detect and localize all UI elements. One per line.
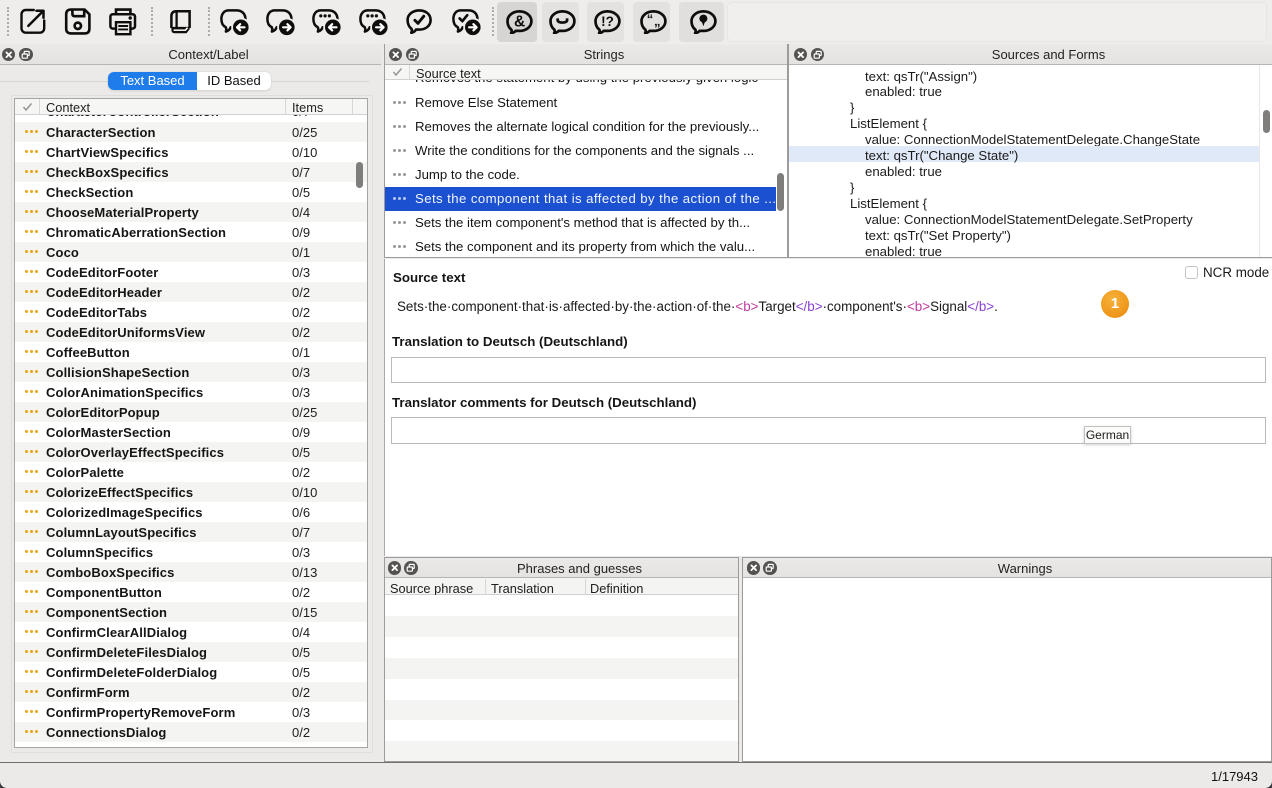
svg-text:“: “ bbox=[647, 11, 654, 26]
svg-text:„: „ bbox=[654, 13, 661, 28]
svg-text:&: & bbox=[513, 13, 524, 30]
svg-text:!?: !? bbox=[601, 14, 614, 29]
